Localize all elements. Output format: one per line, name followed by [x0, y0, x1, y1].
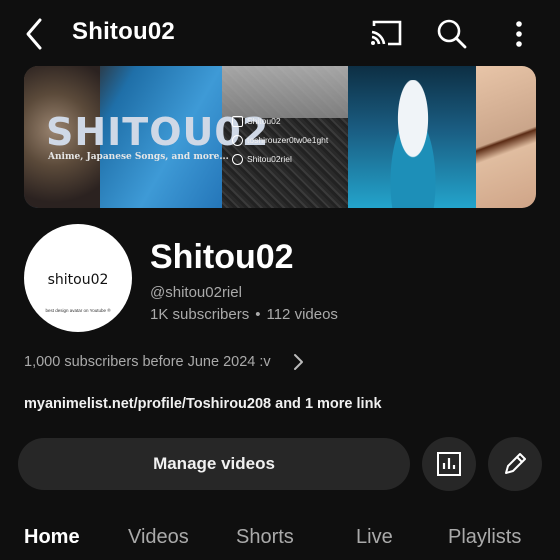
tab-live[interactable]: Live: [356, 526, 393, 549]
edit-channel-button[interactable]: [488, 437, 542, 491]
banner-tagline: Anime, Japanese Songs, and more...: [48, 152, 229, 162]
channel-banner[interactable]: SHITOU02 Anime, Japanese Songs, and more…: [24, 66, 536, 208]
banner-social-youtube: Shitou02: [232, 112, 328, 131]
avatar-name: shitou02: [47, 272, 109, 288]
analytics-button[interactable]: [422, 437, 476, 491]
channel-description[interactable]: 1,000 subscribers before June 2024 :v: [24, 352, 305, 372]
tab-shorts[interactable]: Shorts: [236, 526, 294, 549]
channel-tabs: Home Videos Shorts Live Playlists: [0, 522, 560, 560]
stats-separator: •: [255, 306, 261, 323]
more-links[interactable]: and 1 more link: [275, 396, 381, 412]
more-vert-icon: [516, 21, 522, 47]
banner-social-web: toshirouzer0tw0e1ght: [232, 131, 328, 150]
twitter-icon: [232, 154, 243, 165]
chevron-left-icon: [26, 18, 42, 50]
search-icon: [437, 19, 467, 49]
tab-playlists[interactable]: Playlists: [448, 526, 521, 549]
banner-social-twitter: Shitou02riel: [232, 150, 328, 169]
banner-panel-right: [476, 66, 536, 208]
chevron-right-icon: [293, 354, 303, 370]
channel-link[interactable]: myanimelist.net/profile/Toshirou208: [24, 396, 271, 412]
banner-social-list: Shitou02 toshirouzer0tw0e1ght Shitou02ri…: [232, 112, 328, 169]
top-bar: Shitou02: [0, 0, 560, 66]
youtube-icon: [232, 116, 243, 127]
channel-handle: @shitou02riel: [150, 284, 242, 301]
tab-videos[interactable]: Videos: [128, 526, 189, 549]
analytics-icon: [437, 452, 461, 476]
page-title: Shitou02: [72, 18, 175, 45]
back-button[interactable]: [18, 14, 52, 54]
cast-button[interactable]: [368, 18, 404, 50]
channel-stats: 1K subscribers • 112 videos: [150, 306, 338, 323]
manage-videos-button[interactable]: Manage videos: [18, 438, 410, 490]
pencil-icon: [505, 453, 526, 474]
video-count: 112 videos: [266, 306, 338, 323]
channel-links[interactable]: myanimelist.net/profile/Toshirou208 and …: [24, 396, 382, 412]
tab-home[interactable]: Home: [24, 526, 80, 549]
globe-icon: [232, 135, 243, 146]
avatar[interactable]: shitou02 best design avatar on Youtube ®: [24, 224, 132, 332]
channel-name: Shitou02: [150, 238, 294, 276]
subscriber-count: 1K subscribers: [150, 306, 250, 323]
avatar-subtext: best design avatar on Youtube ®: [45, 308, 111, 313]
banner-anime-figure: [378, 80, 448, 208]
search-button[interactable]: [434, 16, 470, 52]
more-options-button[interactable]: [506, 16, 532, 52]
description-text: 1,000 subscribers before June 2024 :v: [24, 354, 271, 370]
cast-icon: [371, 20, 402, 46]
